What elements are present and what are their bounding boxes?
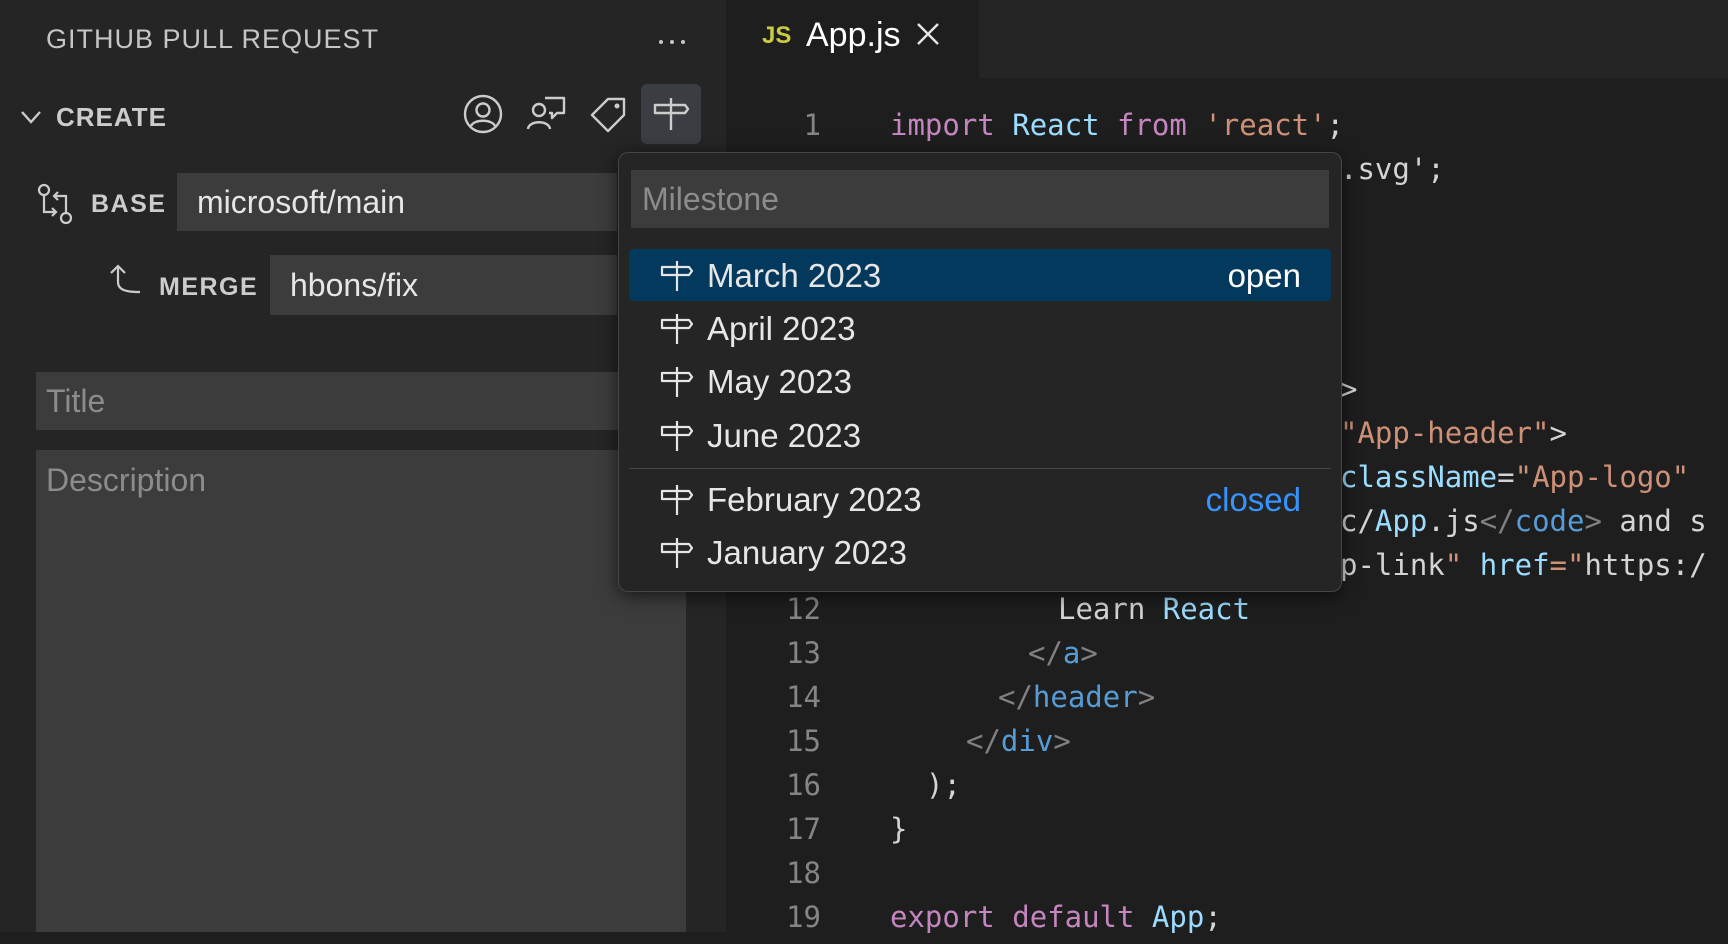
code-text: </a>	[1028, 636, 1098, 670]
closed-separator	[629, 468, 1331, 469]
assignees-button[interactable]	[453, 84, 513, 144]
line-number: 18	[786, 856, 821, 890]
chevron-down-icon	[21, 111, 41, 124]
milestone-item[interactable]: February 2023 closed	[629, 473, 1331, 525]
person-circle-icon	[463, 94, 503, 134]
milestone-item[interactable]: March 2023 open	[629, 249, 1331, 301]
section-title: CREATE	[56, 102, 167, 132]
code-text: p-link" href="https:/	[1340, 548, 1707, 582]
milestone-item[interactable]: April 2023	[629, 302, 1331, 354]
editor-tab-bar: JS App.js	[726, 0, 1728, 78]
code-text: c/App.js</code> and s	[1340, 504, 1707, 538]
dot-icon	[681, 40, 685, 44]
merge-label: MERGE	[159, 273, 259, 301]
line-number: 14	[786, 680, 821, 714]
base-branch-field[interactable]: microsoft/main	[177, 173, 617, 231]
compare-changes-icon	[37, 183, 73, 225]
milestone-icon	[660, 367, 694, 397]
code-text: .svg';	[1340, 152, 1445, 186]
reviewers-button[interactable]	[516, 84, 576, 144]
milestone-icon	[660, 314, 694, 344]
line-number: 17	[786, 812, 821, 846]
milestone-icon	[660, 485, 694, 515]
more-actions-button[interactable]	[648, 28, 696, 56]
code-text: export default App;	[890, 900, 1222, 934]
milestone-label: March 2023	[707, 257, 882, 294]
tab-app-js[interactable]: JS App.js	[726, 0, 979, 78]
code-text: );	[926, 768, 961, 802]
milestone-label: January 2023	[707, 534, 907, 571]
code-text: import React from 'react';	[890, 108, 1345, 142]
line-number: 13	[786, 636, 821, 670]
code-text: "App-header">	[1340, 416, 1567, 450]
milestone-picker: March 2023 open April 2023 May 2023 June…	[618, 152, 1342, 592]
sidebar-header-title: GITHUB PULL REQUEST	[46, 24, 380, 54]
description-input[interactable]	[36, 450, 686, 932]
code-text: className="App-logo"	[1340, 460, 1690, 494]
milestone-status-badge: open	[1227, 257, 1301, 294]
milestone-icon	[660, 421, 694, 451]
code-text: Learn React	[1058, 592, 1251, 626]
tab-label: App.js	[806, 16, 901, 54]
line-number: 16	[786, 768, 821, 802]
tag-icon	[590, 97, 626, 133]
labels-button[interactable]	[579, 84, 639, 144]
code-text: }	[890, 812, 908, 846]
base-label: BASE	[91, 190, 167, 218]
milestone-label: June 2023	[707, 417, 862, 454]
line-number: 19	[786, 900, 821, 934]
milestone-label: April 2023	[707, 310, 856, 347]
milestone-label: May 2023	[707, 363, 852, 400]
milestone-button[interactable]	[641, 84, 701, 144]
milestone-icon	[660, 261, 694, 291]
milestone-item[interactable]: June 2023	[629, 409, 1331, 461]
line-number: 12	[786, 592, 821, 626]
milestone-item[interactable]: January 2023	[629, 526, 1331, 578]
close-icon[interactable]	[914, 20, 942, 48]
code-text: </header>	[998, 680, 1156, 714]
title-input[interactable]	[36, 372, 686, 430]
merge-arrow-icon	[110, 264, 141, 294]
line-number: 15	[786, 724, 821, 758]
code-text: </div>	[966, 724, 1071, 758]
dot-icon	[659, 40, 663, 44]
milestone-icon	[653, 98, 690, 130]
milestone-item[interactable]: May 2023	[629, 355, 1331, 407]
dot-icon	[670, 40, 674, 44]
milestone-status-badge: closed	[1205, 481, 1301, 518]
merge-branch-field[interactable]: hbons/fix	[270, 255, 617, 315]
reviewers-icon	[526, 96, 566, 130]
js-file-icon: JS	[762, 22, 792, 49]
milestone-label: February 2023	[707, 481, 922, 518]
milestone-icon	[660, 538, 694, 568]
line-number: 1	[803, 108, 821, 142]
code-text: >	[1340, 372, 1358, 406]
milestone-search-input[interactable]	[631, 170, 1329, 228]
